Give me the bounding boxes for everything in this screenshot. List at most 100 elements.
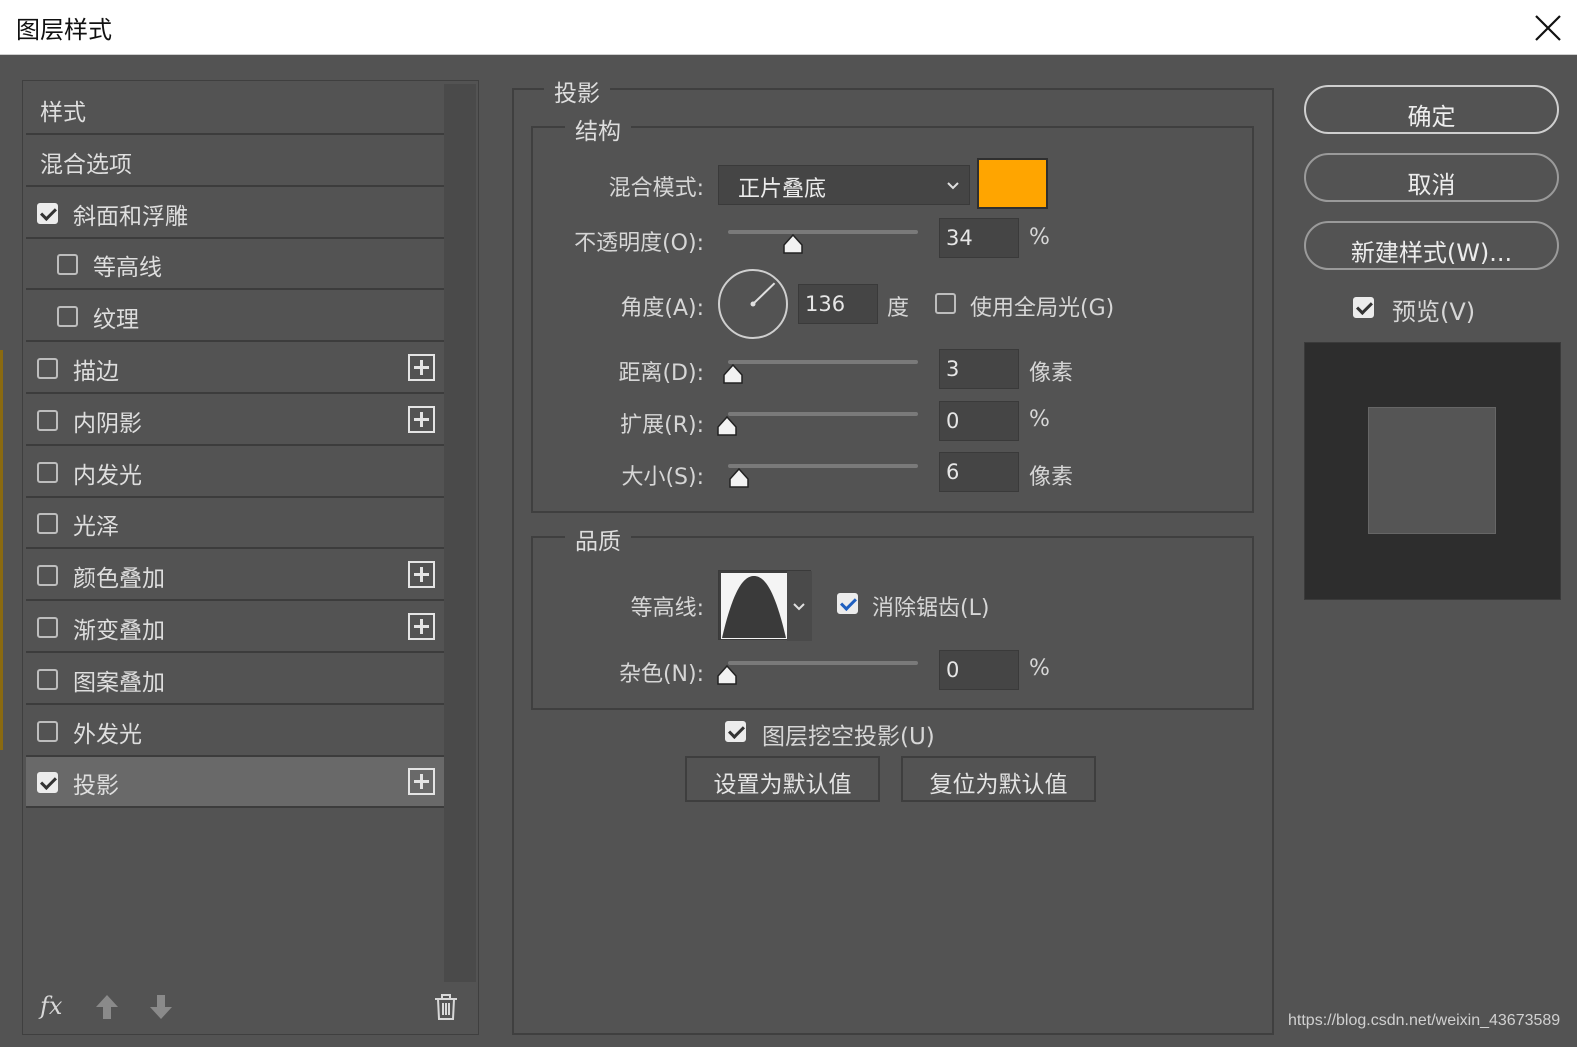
style-item-checkbox[interactable] [37, 513, 58, 535]
add-effect-icon[interactable] [408, 561, 435, 589]
style-item[interactable]: 颜色叠加 [26, 550, 444, 602]
style-item-label: 描边 [73, 359, 119, 385]
distance-label: 距离(D): [618, 361, 704, 386]
noise-slider-track[interactable] [728, 661, 918, 665]
quality-title: 品质 [565, 522, 631, 556]
style-item-checkbox[interactable] [37, 772, 58, 794]
style-item-label: 图案叠加 [73, 669, 165, 696]
anti-alias-label: 消除锯齿(L) [872, 596, 990, 621]
cancel-button[interactable]: 取消 [1304, 153, 1559, 202]
style-list-scrollbar[interactable] [444, 84, 476, 982]
style-item[interactable]: 等高线 [26, 239, 444, 291]
global-light-label: 使用全局光(G) [970, 296, 1115, 321]
add-effect-icon[interactable] [408, 768, 435, 796]
style-item[interactable]: 纹理 [26, 291, 444, 343]
style-item-label: 外发光 [73, 721, 142, 748]
preview-label: 预览(V) [1392, 298, 1476, 326]
size-unit: 像素 [1029, 465, 1074, 490]
style-item[interactable]: 图案叠加 [26, 653, 444, 705]
style-item-label: 样式 [40, 100, 86, 126]
make-default-button[interactable]: 设置为默认值 [685, 756, 880, 802]
style-item[interactable]: 内发光 [26, 446, 444, 498]
shadow-color-swatch[interactable] [977, 158, 1048, 209]
close-icon[interactable] [1528, 8, 1568, 48]
style-item-label: 颜色叠加 [73, 566, 165, 593]
style-item[interactable]: 混合选项 [26, 135, 444, 187]
style-item[interactable]: 外发光 [26, 705, 444, 757]
size-input[interactable]: 6 [939, 452, 1019, 492]
style-item-checkbox[interactable] [57, 306, 78, 328]
size-slider-thumb[interactable] [728, 467, 750, 489]
chevron-down-icon [946, 178, 960, 192]
style-item-checkbox[interactable] [37, 565, 58, 587]
add-effect-icon[interactable] [408, 405, 435, 433]
style-item-checkbox[interactable] [37, 409, 58, 431]
window-edge-accent [0, 350, 3, 750]
angle-input[interactable]: 136 [798, 284, 878, 324]
spread-slider-track[interactable] [728, 412, 918, 416]
angle-dial[interactable] [717, 268, 789, 340]
style-item-label: 投影 [73, 773, 119, 800]
size-label: 大小(S): [621, 465, 704, 490]
style-item-checkbox[interactable] [37, 668, 58, 690]
style-item-checkbox[interactable] [37, 202, 58, 224]
style-item[interactable]: 样式 [26, 84, 444, 135]
distance-input[interactable]: 3 [939, 349, 1019, 389]
move-down-icon[interactable] [146, 992, 176, 1022]
opacity-label: 不透明度(O): [574, 231, 704, 256]
size-slider-track[interactable] [728, 464, 918, 468]
structure-title: 结构 [565, 112, 631, 146]
move-up-icon[interactable] [92, 992, 122, 1022]
drop-shadow-title: 投影 [544, 74, 610, 108]
spread-slider-thumb[interactable] [716, 415, 738, 437]
anti-alias-checkbox[interactable] [837, 593, 858, 614]
blend-mode-value: 正片叠底 [738, 177, 827, 202]
style-item-checkbox[interactable] [37, 358, 58, 379]
style-item[interactable]: 描边 [26, 343, 444, 394]
style-item-label: 混合选项 [40, 151, 132, 178]
reset-default-button[interactable]: 复位为默认值 [901, 756, 1096, 802]
noise-slider-thumb[interactable] [716, 664, 738, 686]
style-item-label: 斜面和浮雕 [73, 203, 188, 230]
spread-label: 扩展(R): [620, 413, 704, 438]
style-list: 样式混合选项斜面和浮雕等高线纹理描边内阴影内发光光泽颜色叠加渐变叠加图案叠加外发… [26, 84, 444, 982]
style-item-label: 渐变叠加 [73, 618, 165, 644]
new-style-button[interactable]: 新建样式(W)... [1304, 221, 1559, 270]
distance-slider-track[interactable] [728, 360, 918, 364]
ok-button[interactable]: 确定 [1304, 85, 1559, 134]
preview-checkbox[interactable] [1353, 297, 1374, 318]
trash-icon[interactable] [432, 992, 460, 1022]
opacity-slider-track[interactable] [728, 230, 918, 234]
spread-input[interactable]: 0 [939, 401, 1019, 441]
spread-unit: % [1029, 407, 1050, 432]
add-effect-icon[interactable] [408, 354, 435, 381]
style-item-label: 内发光 [73, 462, 142, 489]
fx-menu-icon[interactable]: fx [40, 992, 62, 1020]
style-item-checkbox[interactable] [57, 254, 78, 276]
angle-label: 角度(A): [620, 296, 704, 321]
watermark: https://blog.csdn.net/weixin_43673589 [1288, 1012, 1561, 1029]
style-preview-swatch [1368, 407, 1496, 534]
noise-input[interactable]: 0 [939, 650, 1019, 690]
style-item-label: 等高线 [93, 255, 162, 282]
add-effect-icon[interactable] [408, 613, 435, 640]
style-item[interactable]: 渐变叠加 [26, 602, 444, 653]
knockout-checkbox[interactable] [725, 721, 746, 742]
style-item-label: 内阴影 [73, 410, 142, 437]
contour-label: 等高线: [630, 596, 704, 621]
style-item[interactable]: 内阴影 [26, 394, 444, 446]
style-item[interactable]: 光泽 [26, 498, 444, 550]
opacity-input[interactable]: 34 [939, 218, 1019, 258]
contour-picker[interactable] [718, 570, 812, 641]
window-title: 图层样式 [16, 16, 112, 44]
style-item-checkbox[interactable] [37, 720, 58, 742]
distance-slider-thumb[interactable] [722, 363, 744, 385]
global-light-checkbox[interactable] [935, 293, 956, 314]
style-item-checkbox[interactable] [37, 461, 58, 483]
opacity-slider-thumb[interactable] [782, 233, 804, 255]
style-item-checkbox[interactable] [37, 617, 58, 638]
style-item[interactable]: 斜面和浮雕 [26, 187, 444, 239]
style-item-label: 纹理 [93, 307, 139, 334]
style-item[interactable]: 投影 [26, 757, 444, 809]
noise-label: 杂色(N): [618, 662, 704, 687]
